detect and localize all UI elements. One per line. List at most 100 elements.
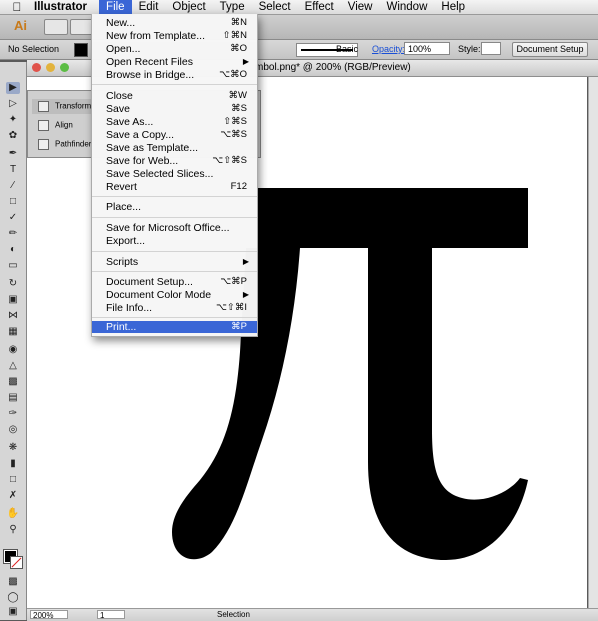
illustrator-logo: Ai	[14, 18, 27, 33]
control-bar: No Selection Basic Opacity: 100% Style: …	[0, 40, 598, 60]
mesh-tool-icon[interactable]: ▩	[6, 376, 20, 388]
file-menu-dropdown: New... ⌘N New from Template... ⇧⌘N Open...…	[91, 14, 258, 337]
current-tool-status[interactable]: Selection	[217, 610, 250, 619]
menu-item-save-as[interactable]: Save As... ⇧⌘S	[92, 116, 257, 128]
submenu-arrow-icon: ▶	[242, 290, 249, 299]
menu-item-save-slices[interactable]: Save Selected Slices...	[92, 168, 257, 180]
status-bar: 200% 1 Selection	[27, 608, 598, 621]
bridge-button[interactable]	[44, 19, 68, 35]
close-window-icon[interactable]	[32, 63, 41, 72]
document-tab-title[interactable]: mbol.png* @ 200% (RGB/Preview)	[255, 60, 411, 76]
paintbrush-tool-icon[interactable]: ✓	[6, 212, 20, 224]
opacity-link[interactable]: Opacity:	[372, 44, 405, 54]
menu-item-save-copy[interactable]: Save a Copy... ⌥⌘S	[92, 129, 257, 141]
menu-item-browse-bridge[interactable]: Browse in Bridge... ⌥⌘O	[92, 69, 257, 81]
magic-wand-tool-icon[interactable]: ✦	[6, 114, 20, 126]
menu-item-export[interactable]: Export...	[92, 235, 257, 247]
menu-separator	[92, 217, 257, 218]
tools-panel: ▶ ▷ ✦ ✿ ✒ T ∕ □ ✓ ✏ ◐ ▭ ↻ ▣ ⋈ ▦ ◉ △ ▩ ▤ …	[0, 62, 27, 620]
menu-item-document-setup[interactable]: Document Setup... ⌥⌘P	[92, 276, 257, 288]
document-setup-button[interactable]: Document Setup	[512, 42, 588, 57]
application-bar: Ai	[0, 15, 598, 40]
menu-item-save-template[interactable]: Save as Template...	[92, 142, 257, 154]
zoom-tool-icon[interactable]: ⚲	[6, 524, 20, 536]
artboard-number-field[interactable]: 1	[97, 610, 125, 620]
pathfinder-icon	[38, 139, 49, 150]
vertical-scrollbar[interactable]	[588, 77, 598, 608]
zoom-level-field[interactable]: 200%	[30, 610, 68, 620]
menu-item-save-ms-office[interactable]: Save for Microsoft Office...	[92, 222, 257, 234]
menu-effect[interactable]: Effect	[298, 0, 341, 14]
submenu-arrow-icon: ▶	[242, 257, 249, 266]
line-tool-icon[interactable]: ∕	[6, 180, 20, 192]
minimize-window-icon[interactable]	[46, 63, 55, 72]
pencil-tool-icon[interactable]: ✏	[6, 228, 20, 240]
graph-tool-icon[interactable]: ▮	[6, 458, 20, 470]
menu-window[interactable]: Window	[379, 0, 434, 14]
symbol-sprayer-tool-icon[interactable]: ❋	[6, 442, 20, 454]
blob-brush-tool-icon[interactable]: ◐	[6, 244, 20, 256]
direct-selection-tool-icon[interactable]: ▷	[6, 98, 20, 110]
apple-icon[interactable]: 	[10, 0, 24, 14]
rotate-tool-icon[interactable]: ↻	[6, 278, 20, 290]
type-tool-icon[interactable]: T	[6, 164, 20, 176]
pen-tool-icon[interactable]: ✒	[6, 148, 20, 160]
blend-tool-icon[interactable]: ◎	[6, 424, 20, 436]
menu-view[interactable]: View	[341, 0, 380, 14]
menu-separator	[92, 271, 257, 272]
stroke-color-icon[interactable]	[10, 556, 23, 569]
panel-tab-pathfinder[interactable]: Pathfinder	[38, 139, 91, 150]
menu-item-open[interactable]: Open... ⌘O	[92, 43, 257, 55]
lasso-tool-icon[interactable]: ✿	[6, 130, 20, 142]
eyedropper-tool-icon[interactable]: ✑	[6, 408, 20, 420]
scale-tool-icon[interactable]: ▣	[6, 294, 20, 306]
slice-tool-icon[interactable]: ✗	[6, 490, 20, 502]
opacity-field[interactable]: 100%	[404, 42, 450, 55]
transform-icon	[38, 101, 49, 112]
menu-item-file-info[interactable]: File Info... ⌥⇧⌘I	[92, 302, 257, 314]
menu-object[interactable]: Object	[165, 0, 212, 14]
menu-file[interactable]: File	[99, 0, 132, 14]
menu-item-place[interactable]: Place...	[92, 201, 257, 213]
menu-select[interactable]: Select	[252, 0, 298, 14]
menu-type[interactable]: Type	[213, 0, 252, 14]
menu-item-save[interactable]: Save ⌘S	[92, 103, 257, 115]
menu-item-new[interactable]: New... ⌘N	[92, 17, 257, 29]
shape-builder-tool-icon[interactable]: ◉	[6, 344, 20, 356]
style-label: Style:	[458, 44, 481, 54]
selection-tool-icon[interactable]: ▶	[6, 82, 20, 94]
artboard-tool-icon[interactable]: □	[6, 474, 20, 486]
menu-item-scripts[interactable]: Scripts ▶	[92, 256, 257, 268]
menu-separator	[92, 196, 257, 197]
menu-item-revert[interactable]: Revert F12	[92, 181, 257, 193]
gradient-tool-icon[interactable]: ▤	[6, 392, 20, 404]
color-mode-icon[interactable]: ▩	[6, 576, 20, 588]
graphic-style-select[interactable]	[481, 42, 501, 55]
free-transform-tool-icon[interactable]: ▦	[6, 326, 20, 338]
draw-mode-icon[interactable]: ◯	[6, 592, 20, 604]
fill-swatch[interactable]	[74, 43, 88, 57]
hand-tool-icon[interactable]: ✋	[6, 508, 20, 520]
width-tool-icon[interactable]: ⋈	[6, 310, 20, 322]
menu-item-open-recent[interactable]: Open Recent Files ▶	[92, 56, 257, 68]
menu-separator	[92, 317, 257, 318]
screen-mode-icon[interactable]: ▣	[6, 606, 20, 618]
brush-style-label: Basic	[336, 44, 359, 54]
menu-item-print[interactable]: Print... ⌘P	[92, 321, 257, 333]
menu-separator	[92, 84, 257, 85]
rectangle-tool-icon[interactable]: □	[6, 196, 20, 208]
eraser-tool-icon[interactable]: ▭	[6, 260, 20, 272]
menu-item-close[interactable]: Close ⌘W	[92, 90, 257, 102]
perspective-grid-tool-icon[interactable]: △	[6, 360, 20, 372]
panel-tab-transform[interactable]: Transform	[32, 99, 98, 114]
panel-tab-align[interactable]: Align	[38, 120, 73, 131]
menu-item-document-color-mode[interactable]: Document Color Mode ▶	[92, 289, 257, 301]
menu-item-new-from-template[interactable]: New from Template... ⇧⌘N	[92, 30, 257, 42]
mac-menu-bar:  Illustrator File Edit Object Type Sele…	[0, 0, 598, 15]
app-menu[interactable]: Illustrator	[34, 1, 87, 13]
selection-status: No Selection	[8, 44, 60, 54]
menu-item-save-for-web[interactable]: Save for Web... ⌥⇧⌘S	[92, 155, 257, 167]
menu-help[interactable]: Help	[434, 0, 472, 14]
menu-edit[interactable]: Edit	[132, 0, 166, 14]
zoom-window-icon[interactable]	[60, 63, 69, 72]
